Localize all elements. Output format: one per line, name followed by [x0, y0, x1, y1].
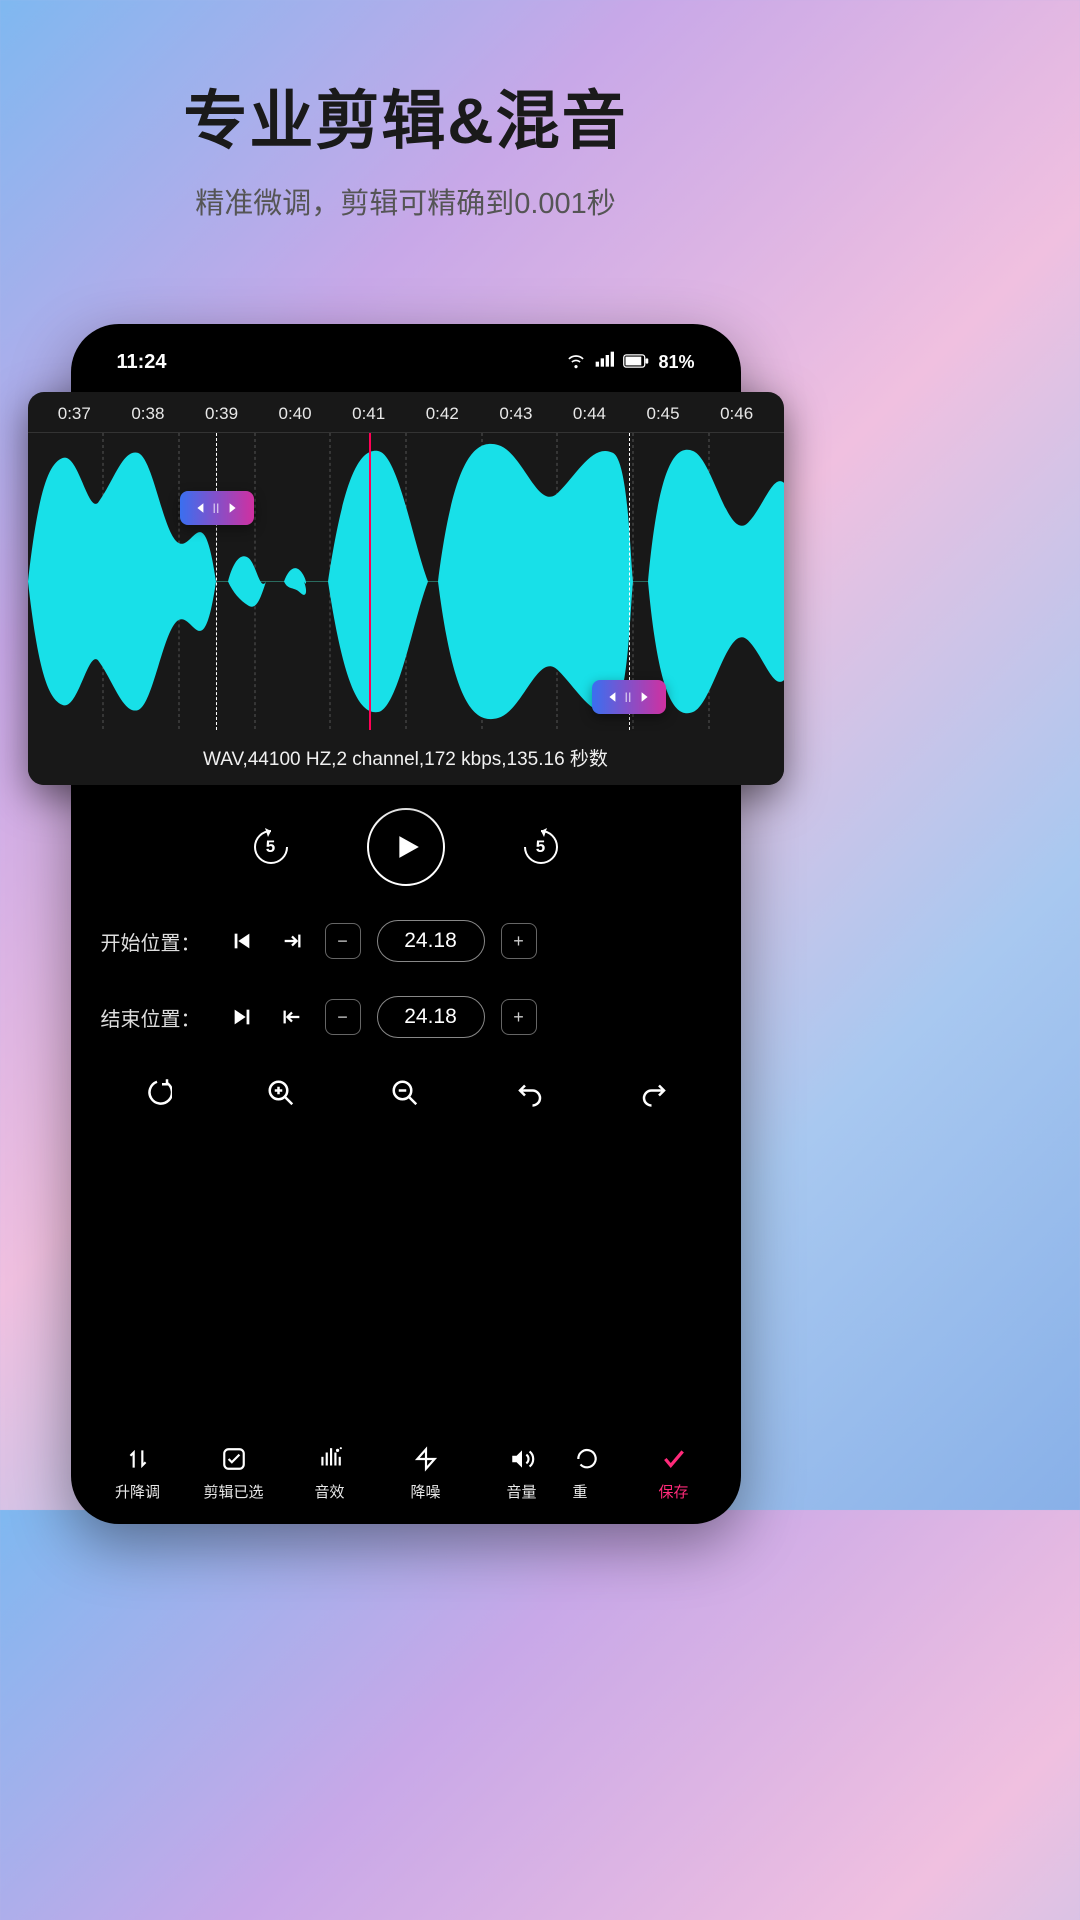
end-increment-button[interactable]: +: [501, 999, 537, 1035]
handle-grip-icon: ||: [625, 692, 632, 703]
tab-pitch[interactable]: 升降调: [93, 1445, 183, 1502]
tab-volume-label: 音量: [506, 1481, 536, 1502]
start-decrement-button[interactable]: −: [325, 923, 361, 959]
start-label: 开始位置：: [101, 927, 209, 956]
battery-icon: [622, 352, 650, 373]
redo-button[interactable]: [639, 1078, 669, 1108]
time-ruler: 0:37 0:38 0:39 0:40 0:41 0:42 0:43 0:44 …: [28, 392, 784, 432]
end-decrement-button[interactable]: −: [325, 999, 361, 1035]
tab-trim-label: 剪辑已选: [203, 1481, 263, 1502]
tab-reset[interactable]: 重: [573, 1445, 623, 1502]
end-position-row: 结束位置： − 24.18 +: [89, 996, 723, 1038]
undo-button[interactable]: [515, 1078, 545, 1108]
ruler-tick: 0:42: [405, 404, 479, 424]
tab-denoise[interactable]: 降噪: [381, 1445, 471, 1502]
ruler-tick: 0:43: [479, 404, 553, 424]
seek-forward-amount: 5: [536, 837, 545, 857]
tab-denoise-label: 降噪: [410, 1481, 440, 1502]
volume-icon: [508, 1445, 536, 1473]
wifi-icon: [566, 350, 586, 375]
tab-fx-label: 音效: [314, 1481, 344, 1502]
zoom-out-button[interactable]: [390, 1078, 420, 1108]
pitch-icon: [124, 1445, 152, 1473]
selection-end-handle[interactable]: ||: [592, 680, 666, 714]
seek-forward-button[interactable]: 5: [517, 823, 565, 871]
ruler-tick: 0:39: [185, 404, 259, 424]
tab-fx[interactable]: 音效: [285, 1445, 375, 1502]
ruler-tick: 0:37: [38, 404, 112, 424]
ruler-tick: 0:45: [626, 404, 700, 424]
save-icon: [660, 1445, 688, 1473]
selection-start-line: [216, 433, 217, 730]
denoise-icon: [412, 1445, 440, 1473]
selection-start-handle[interactable]: ||: [180, 491, 254, 525]
status-bar: 11:24 81%: [89, 346, 723, 391]
goto-start-button[interactable]: [225, 924, 259, 958]
start-increment-button[interactable]: +: [501, 923, 537, 959]
audio-metadata: WAV,44100 HZ,2 channel,172 kbps,135.16 秒…: [28, 730, 784, 785]
fx-icon: [316, 1445, 344, 1473]
tab-reset-label: 重: [573, 1481, 588, 1502]
ruler-tick: 0:41: [332, 404, 406, 424]
tab-volume[interactable]: 音量: [477, 1445, 567, 1502]
snap-end-button[interactable]: [275, 1000, 309, 1034]
ruler-tick: 0:46: [700, 404, 774, 424]
tab-save-label: 保存: [658, 1481, 688, 1502]
marketing-subtitle: 精准微调，剪辑可精确到0.001秒: [0, 180, 811, 222]
tab-pitch-label: 升降调: [115, 1481, 160, 1502]
ruler-tick: 0:44: [553, 404, 627, 424]
seek-back-button[interactable]: 5: [247, 823, 295, 871]
handle-grip-icon: ||: [213, 503, 220, 514]
tab-save[interactable]: 保存: [629, 1445, 719, 1502]
goto-end-button[interactable]: [225, 1000, 259, 1034]
ruler-tick: 0:40: [258, 404, 332, 424]
reset-icon: [573, 1445, 601, 1473]
playback-controls: 5 5: [89, 808, 723, 886]
play-button[interactable]: [367, 808, 445, 886]
edit-actions: [89, 1078, 723, 1108]
end-value[interactable]: 24.18: [377, 996, 485, 1038]
start-position-row: 开始位置： − 24.18 +: [89, 920, 723, 962]
marketing-title: 专业剪辑&混音: [0, 70, 811, 162]
ruler-tick: 0:38: [111, 404, 185, 424]
seek-back-amount: 5: [266, 837, 275, 857]
battery-percent: 81%: [658, 352, 694, 373]
tab-trim[interactable]: 剪辑已选: [189, 1445, 279, 1502]
trim-icon: [220, 1445, 248, 1473]
zoom-in-button[interactable]: [266, 1078, 296, 1108]
snap-start-button[interactable]: [275, 924, 309, 958]
waveform-panel: 0:37 0:38 0:39 0:40 0:41 0:42 0:43 0:44 …: [28, 392, 784, 785]
bottom-toolbar: 升降调 剪辑已选 音效 降噪 音量 重 保存: [89, 1445, 723, 1502]
reset-button[interactable]: [142, 1078, 172, 1108]
signal-icon: [594, 350, 614, 375]
start-value[interactable]: 24.18: [377, 920, 485, 962]
waveform-canvas[interactable]: || ||: [28, 432, 784, 730]
status-time: 11:24: [117, 351, 167, 374]
end-label: 结束位置：: [101, 1003, 209, 1032]
